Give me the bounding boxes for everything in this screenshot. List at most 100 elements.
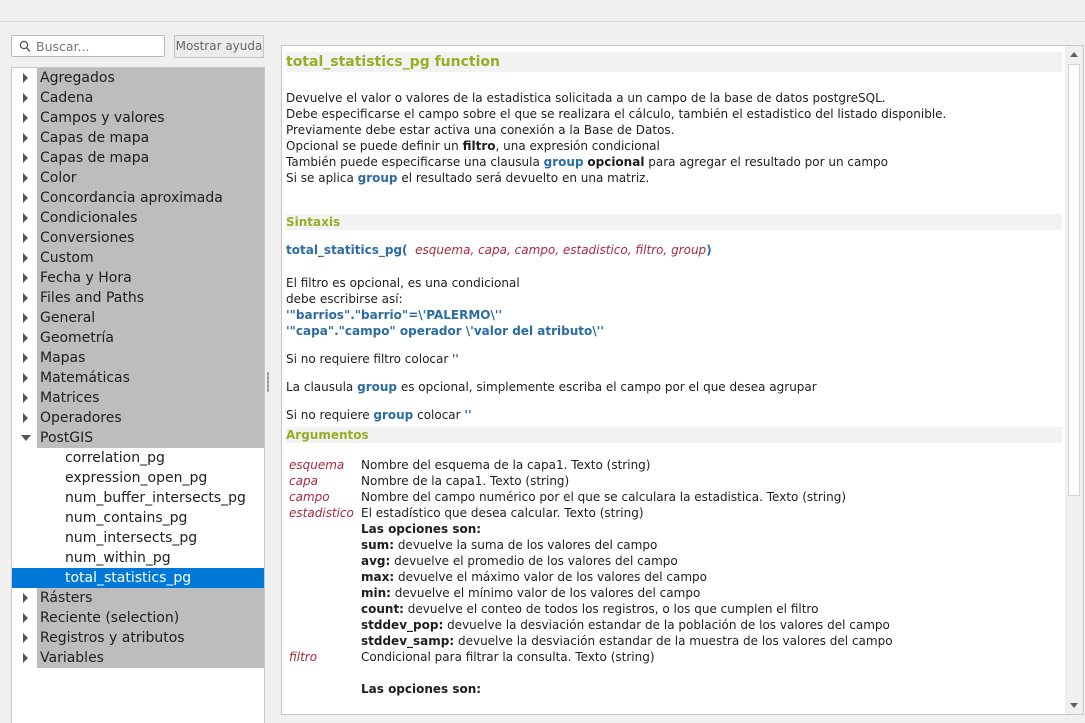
tree-group[interactable]: Files and Paths xyxy=(23,288,264,308)
tree-item[interactable]: num_within_pg xyxy=(12,548,264,568)
tree-group[interactable]: Cadena xyxy=(23,88,264,108)
tree-group-label: Campos y valores xyxy=(40,110,165,126)
options-indent xyxy=(286,681,361,697)
tree-group[interactable]: General xyxy=(23,308,264,328)
expand-arrow-right-icon[interactable] xyxy=(20,108,32,128)
tree-item[interactable]: num_buffer_intersects_pg xyxy=(12,488,264,508)
option-desc: devuelve el mínimo valor de los valores … xyxy=(390,586,701,600)
note-line: Si no requiere group colocar '' xyxy=(286,408,472,422)
tree-group[interactable]: Custom xyxy=(23,248,264,268)
expand-arrow-right-icon[interactable] xyxy=(20,148,32,168)
tree-group-label: Geometría xyxy=(40,330,114,346)
tree-group[interactable]: Color xyxy=(23,168,264,188)
tree-group[interactable]: Matrices xyxy=(23,388,264,408)
expand-arrow-right-icon[interactable] xyxy=(20,628,32,648)
tree-group[interactable]: Mapas xyxy=(23,348,264,368)
argument-desc: Nombre del esquema de la capa1. Texto (s… xyxy=(361,458,651,472)
expand-arrow-right-icon[interactable] xyxy=(20,208,32,228)
argument-row: filtro Condicional para filtrar la consul… xyxy=(286,649,1062,665)
tree-group[interactable]: PostGIS xyxy=(21,428,264,448)
tree-group[interactable]: Fecha y Hora xyxy=(23,268,264,288)
expand-arrow-right-icon[interactable] xyxy=(20,128,32,148)
note-line: El filtro es opcional, es una condiciona… xyxy=(286,276,520,290)
tree-group-label: Rásters xyxy=(40,590,93,606)
expand-arrow-right-icon[interactable] xyxy=(20,308,32,328)
help-scrollbar[interactable] xyxy=(1065,46,1083,714)
arguments-list: esquema Nombre del esquema de la capa1. T… xyxy=(286,457,1062,697)
help-content: total_statistics_pg function Devuelve el… xyxy=(286,46,1062,714)
expand-arrow-right-icon[interactable] xyxy=(20,88,32,108)
options-indent xyxy=(286,521,361,649)
desc-line: Devuelve el valor o valores de la estadi… xyxy=(286,91,886,105)
expand-arrow-right-icon[interactable] xyxy=(20,648,32,668)
tree-item[interactable]: expression_open_pg xyxy=(12,468,264,488)
tree-group-label: Mapas xyxy=(40,350,86,366)
tree-group-label: PostGIS xyxy=(40,430,94,446)
expand-arrow-right-icon[interactable] xyxy=(20,368,32,388)
option-key: max: xyxy=(361,570,395,584)
expand-arrow-right-icon[interactable] xyxy=(20,168,32,188)
tree-group[interactable]: Capas de mapa xyxy=(23,148,264,168)
note-example: '"capa"."campo" operador \'valor del atr… xyxy=(286,324,604,338)
tree-group-label: Agregados xyxy=(40,70,115,86)
tree-group[interactable]: Matemáticas xyxy=(23,368,264,388)
expand-arrow-right-icon[interactable] xyxy=(20,188,32,208)
options-heading: Las opciones son: xyxy=(361,682,482,696)
option-key: min: xyxy=(361,586,391,600)
option-desc: devuelve el promedio de los valores del … xyxy=(390,554,678,568)
expand-arrow-right-icon[interactable] xyxy=(20,588,32,608)
tree-group-label: Capas de mapa xyxy=(40,150,150,166)
tree-item[interactable]: correlation_pg xyxy=(12,448,264,468)
tree-group[interactable]: Condicionales xyxy=(23,208,264,228)
tree-group[interactable]: Agregados xyxy=(23,68,264,88)
tree-group[interactable]: Geometría xyxy=(23,328,264,348)
expand-arrow-right-icon[interactable] xyxy=(20,288,32,308)
expand-arrow-right-icon[interactable] xyxy=(20,248,32,268)
scroll-up-arrow-icon[interactable] xyxy=(1065,46,1083,63)
search-field[interactable] xyxy=(11,35,165,57)
tree-group-label: Conversiones xyxy=(40,230,135,246)
option-key: stddev_pop: xyxy=(361,618,444,632)
tree-group[interactable]: Conversiones xyxy=(23,228,264,248)
note-line: La clausula group es opcional, simplemen… xyxy=(286,380,817,394)
tree-group[interactable]: Operadores xyxy=(23,408,264,428)
expand-arrow-right-icon[interactable] xyxy=(20,228,32,248)
tree-group-label: Fecha y Hora xyxy=(40,270,132,286)
tree-group[interactable]: Campos y valores xyxy=(23,108,264,128)
expand-arrow-right-icon[interactable] xyxy=(20,608,32,628)
desc-line: Si se aplica group el resultado será dev… xyxy=(286,171,650,185)
tree-group-label: Matrices xyxy=(40,390,100,406)
tree-group-label: Custom xyxy=(40,250,94,266)
function-tree-list: Agregados Cadena Campos y valores Capas de … xyxy=(12,68,264,668)
tree-item[interactable]: total_statistics_pg xyxy=(12,568,264,588)
expand-arrow-down-icon[interactable] xyxy=(20,428,32,448)
option-line: max: devuelve el máximo valor de los val… xyxy=(361,569,1062,585)
argument-name: capa xyxy=(289,474,318,488)
tree-group[interactable]: Registros y atributos xyxy=(23,628,264,648)
tree-group[interactable]: Rásters xyxy=(23,588,264,608)
function-tree[interactable]: Agregados Cadena Campos y valores Capas de … xyxy=(11,67,265,723)
expand-arrow-right-icon[interactable] xyxy=(20,408,32,428)
expand-arrow-right-icon[interactable] xyxy=(20,68,32,88)
option-line: stddev_samp: devuelve la desviación esta… xyxy=(361,633,1062,649)
option-line: stddev_pop: devuelve la desviación estan… xyxy=(361,617,1062,633)
option-line: sum: devuelve la suma de los valores del… xyxy=(361,537,1062,553)
search-input[interactable] xyxy=(36,38,160,54)
expand-arrow-right-icon[interactable] xyxy=(20,268,32,288)
scroll-down-arrow-icon[interactable] xyxy=(1065,697,1083,714)
tree-item[interactable]: num_contains_pg xyxy=(12,508,264,528)
expand-arrow-right-icon[interactable] xyxy=(20,328,32,348)
tree-item[interactable]: num_intersects_pg xyxy=(12,528,264,548)
expand-arrow-right-icon[interactable] xyxy=(20,388,32,408)
argument-desc: Condicional para filtrar la consulta. Te… xyxy=(361,650,655,664)
scroll-thumb[interactable] xyxy=(1068,64,1080,496)
argument-row: capa Nombre de la capa1. Texto (string) xyxy=(286,473,1062,489)
expand-arrow-right-icon[interactable] xyxy=(20,348,32,368)
tree-group[interactable]: Variables xyxy=(23,648,264,668)
tree-group[interactable]: Capas de mapa xyxy=(23,128,264,148)
show-help-button[interactable]: Mostrar ayuda xyxy=(174,35,264,58)
tree-group[interactable]: Concordancia aproximada xyxy=(23,188,264,208)
splitter-handle[interactable] xyxy=(267,372,269,392)
tree-group[interactable]: Reciente (selection) xyxy=(23,608,264,628)
arguments-heading: Argumentos xyxy=(286,427,1062,443)
